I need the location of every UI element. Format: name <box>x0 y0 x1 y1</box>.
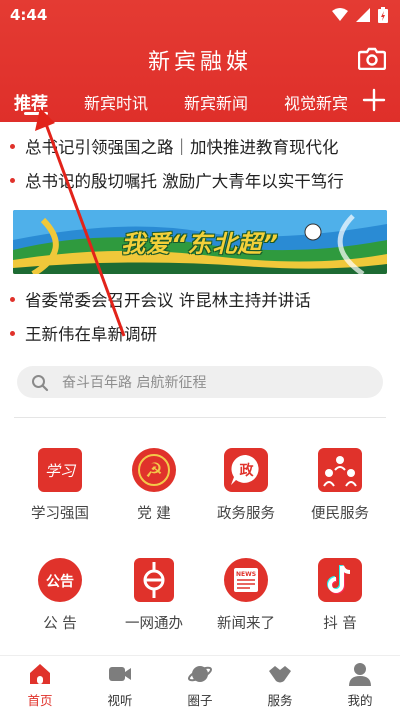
app-screen: 4:44 新宾融媒 推荐 新宾时讯 新宾新闻 视觉新宾 总书记引领强国之路｜加快… <box>0 0 400 711</box>
battery-icon <box>378 7 388 23</box>
bullet-icon <box>10 330 15 336</box>
service-label: 政务服务 <box>217 506 275 522</box>
headline-item[interactable]: 总书记的殷切嘱托 激励广大青年以实干笃行 <box>10 167 388 193</box>
tiktok-icon <box>318 558 362 602</box>
service-label: 抖 音 <box>323 616 357 632</box>
planet-icon <box>187 666 213 682</box>
service-convenience[interactable]: 便民服务 <box>290 446 390 526</box>
banner-title: 我爱“东北超” <box>121 230 279 258</box>
video-camera-icon <box>109 667 131 681</box>
status-bar: 4:44 <box>0 0 400 30</box>
search-icon <box>32 375 49 392</box>
service-study-strong-nation[interactable]: 学习 学习强国 <box>10 446 110 526</box>
nav-audio-video[interactable]: 视听 <box>80 656 160 711</box>
service-douyin[interactable]: 抖 音 <box>290 556 390 636</box>
handshake-icon <box>269 666 291 683</box>
user-icon <box>349 663 371 686</box>
svg-text:公告: 公告 <box>46 573 74 590</box>
study-strong-nation-icon: 学习 <box>38 448 82 492</box>
tab-recommend[interactable]: 推荐 <box>14 89 48 114</box>
headline-text: 省委常委会召开会议 许昆林主持并讲话 <box>25 291 311 310</box>
service-government-affairs[interactable]: 政 政务服务 <box>196 446 296 526</box>
service-label: 公 告 <box>43 616 77 632</box>
convenience-service-icon <box>318 448 362 492</box>
search-placeholder: 奋斗百年路 启航新征程 <box>62 375 207 391</box>
nav-circle[interactable]: 圈子 <box>160 656 240 711</box>
nav-label: 首页 <box>27 693 53 708</box>
svg-text:政: 政 <box>240 462 255 479</box>
channel-tabs: 推荐 新宾时讯 新宾新闻 视觉新宾 <box>0 86 356 118</box>
service-party-building[interactable]: ☭ 党 建 <box>104 446 204 526</box>
headline-text: 总书记引领强国之路｜加快推进教育现代化 <box>25 138 339 157</box>
service-label: 党 建 <box>137 506 171 522</box>
nav-services[interactable]: 服务 <box>240 656 320 711</box>
announcement-icon: 公告 <box>38 558 82 602</box>
svg-text:学习: 学习 <box>45 462 77 480</box>
service-label: 学习强国 <box>31 506 89 522</box>
tab-xinbin-news[interactable]: 新宾新闻 <box>184 90 248 114</box>
nav-label: 我的 <box>347 693 373 708</box>
headline-text: 总书记的殷切嘱托 激励广大青年以实干笃行 <box>25 172 344 191</box>
newspaper-icon: NEWS <box>224 558 268 602</box>
wifi-icon <box>332 8 348 21</box>
bullet-icon <box>10 143 15 149</box>
service-label: 新闻来了 <box>217 616 275 632</box>
one-stop-service-icon <box>134 558 174 602</box>
home-icon <box>30 664 50 684</box>
svg-text:NEWS: NEWS <box>236 571 256 578</box>
service-news-is-here[interactable]: NEWS 新闻来了 <box>196 556 296 636</box>
bullet-icon <box>10 177 15 183</box>
service-label: 便民服务 <box>311 506 369 522</box>
tab-visual-xinbin[interactable]: 视觉新宾 <box>284 90 348 114</box>
search-bar[interactable]: 奋斗百年路 启航新征程 <box>17 366 383 398</box>
svg-text:☭: ☭ <box>145 458 163 482</box>
headline-item[interactable]: 王新伟在阜新调研 <box>10 320 388 346</box>
headline-text: 王新伟在阜新调研 <box>25 325 157 344</box>
service-label: 一网通办 <box>125 616 183 632</box>
nav-home[interactable]: 首页 <box>0 656 80 711</box>
app-title: 新宾融媒 <box>147 50 252 75</box>
section-divider <box>14 417 386 418</box>
app-header: 4:44 新宾融媒 推荐 新宾时讯 新宾新闻 视觉新宾 <box>0 0 400 122</box>
government-affairs-icon: 政 <box>224 448 268 492</box>
service-one-stop[interactable]: 一网通办 <box>104 556 204 636</box>
nav-label: 圈子 <box>187 693 213 708</box>
status-icons <box>332 7 388 23</box>
promo-banner[interactable]: 我爱“东北超” <box>13 210 387 274</box>
tab-xinbin-news-flash[interactable]: 新宾时讯 <box>84 90 148 114</box>
service-announcement[interactable]: 公告 公 告 <box>10 556 110 636</box>
party-emblem-icon: ☭ <box>132 448 176 492</box>
nav-profile[interactable]: 我的 <box>320 656 400 711</box>
signal-icon <box>356 8 370 22</box>
headline-item[interactable]: 省委常委会召开会议 许昆林主持并讲话 <box>10 286 388 312</box>
status-time: 4:44 <box>10 6 48 24</box>
nav-label: 服务 <box>267 693 293 708</box>
nav-label: 视听 <box>107 693 133 708</box>
camera-icon[interactable] <box>358 46 386 70</box>
bottom-navigation: 首页 视听 圈子 服务 我的 <box>0 655 400 711</box>
bullet-icon <box>10 296 15 302</box>
add-channel-icon[interactable] <box>362 88 386 112</box>
headline-item[interactable]: 总书记引领强国之路｜加快推进教育现代化 <box>10 133 388 159</box>
active-tab-indicator <box>24 112 48 115</box>
